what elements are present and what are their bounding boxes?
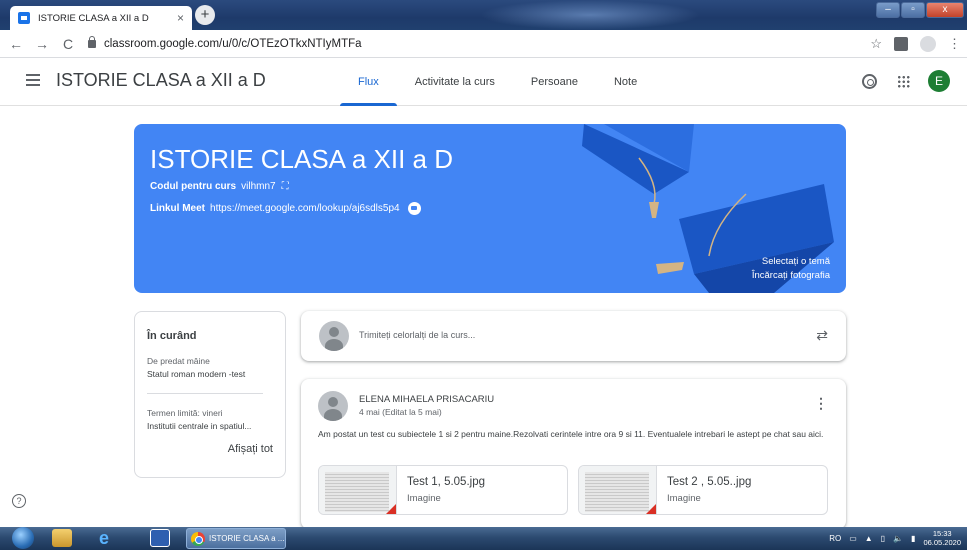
stream-post: ELENA MIHAELA PRISACARIU 4 mai (Editat l…: [301, 379, 846, 529]
browser-profile-icon[interactable]: [920, 36, 936, 52]
reload-icon[interactable]: C: [58, 36, 78, 52]
select-theme-link[interactable]: Selectați o temă: [762, 256, 830, 267]
upcoming-title: În curând: [147, 330, 197, 342]
language-indicator[interactable]: RO: [829, 534, 841, 543]
tray-arrow-icon[interactable]: ▲: [865, 534, 873, 543]
view-all-button[interactable]: Afișați tot: [147, 443, 273, 455]
network-icon[interactable]: ▮: [911, 534, 915, 543]
explorer-icon[interactable]: [52, 529, 72, 547]
upcoming-due-label: De predat mâine: [147, 356, 210, 366]
media-player-icon[interactable]: [150, 529, 170, 547]
attachment-card[interactable]: Test 2 , 5.05..jpg Imagine: [578, 465, 828, 515]
meet-link-url[interactable]: https://meet.google.com/lookup/aj6sdls5p…: [210, 203, 400, 214]
address-bar[interactable]: classroom.google.com/u/0/c/OTEzOTkxNTIyM…: [88, 35, 362, 50]
chrome-icon: [191, 531, 205, 546]
keyboard-icon[interactable]: ▭: [849, 534, 857, 543]
class-banner: ISTORIE CLASA a XII a D Codul pentru cur…: [134, 124, 846, 293]
post-options-icon[interactable]: ⋮: [814, 395, 828, 412]
browser-toolbar: ← → C classroom.google.com/u/0/c/OTEzOTk…: [0, 30, 967, 58]
browser-tab-title: ISTORIE CLASA a XII a D: [38, 12, 149, 24]
clock-time: 15:33: [932, 529, 952, 538]
attachment-thumbnail: [319, 466, 397, 514]
attachment-name: Test 2 , 5.05..jpg: [667, 476, 752, 488]
apps-grid-icon[interactable]: [897, 75, 910, 88]
classroom-favicon-icon: [18, 12, 30, 24]
window-controls: – ▫ x: [876, 2, 964, 18]
post-text: Am postat un test cu subiectele 1 si 2 p…: [318, 429, 824, 439]
volume-icon[interactable]: 🔈: [893, 534, 903, 543]
bookmark-star-icon[interactable]: ☆: [870, 36, 882, 52]
announcement-compose[interactable]: Trimiteți celorlalți de la curs... ⇄: [301, 311, 846, 361]
upcoming-card: În curând De predat mâine Statul roman m…: [134, 311, 286, 478]
attachment-type: Imagine: [667, 493, 701, 504]
extension-icon[interactable]: [894, 37, 908, 51]
lock-icon: [88, 35, 96, 48]
attachment-name: Test 1, 5.05.jpg: [407, 476, 485, 488]
class-title[interactable]: ISTORIE CLASA a XII a D: [56, 70, 266, 91]
classroom-header: ISTORIE CLASA a XII a D Flux Activitate …: [0, 58, 967, 106]
attachment-card[interactable]: Test 1, 5.05.jpg Imagine: [318, 465, 568, 515]
reuse-post-icon[interactable]: ⇄: [816, 327, 828, 344]
url-text: classroom.google.com/u/0/c/OTEzOTkxNTIyM…: [104, 37, 362, 50]
windows-taskbar: e ISTORIE CLASA a ... RO ▭ ▲ ▯ 🔈 ▮ 15:33…: [0, 527, 967, 550]
system-tray: RO ▭ ▲ ▯ 🔈 ▮ 15:33 06.05.2020: [829, 529, 961, 547]
post-author: ELENA MIHAELA PRISACARIU: [359, 394, 495, 405]
banner-title: ISTORIE CLASA a XII a D: [150, 144, 453, 174]
upcoming-assignment-link[interactable]: Statul roman modern -test: [147, 369, 273, 379]
post-date: 4 mai (Editat la 5 mai): [359, 407, 442, 417]
browser-tab[interactable]: ISTORIE CLASA a XII a D ×: [10, 6, 192, 30]
meet-camera-icon[interactable]: [407, 202, 421, 215]
meet-link-row: Linkul Meet https://meet.google.com/look…: [150, 202, 421, 215]
tab-note[interactable]: Note: [596, 58, 655, 106]
taskbar-task-label: ISTORIE CLASA a ...: [209, 534, 285, 543]
upcoming-divider: [147, 393, 263, 394]
browser-tab-strip: ISTORIE CLASA a XII a D × + – ▫ x: [0, 0, 967, 30]
battery-icon[interactable]: ▯: [881, 534, 885, 543]
minimize-button[interactable]: –: [876, 2, 900, 18]
clock[interactable]: 15:33 06.05.2020: [923, 529, 961, 547]
start-orb-icon[interactable]: [12, 527, 34, 549]
fullscreen-code-icon[interactable]: ⛶: [282, 181, 289, 192]
maximize-button[interactable]: ▫: [901, 2, 925, 18]
tab-persoane[interactable]: Persoane: [513, 58, 596, 106]
browser-menu-icon[interactable]: ⋮: [948, 36, 961, 52]
tab-flux[interactable]: Flux: [340, 58, 397, 106]
help-icon[interactable]: ?: [12, 494, 26, 508]
upcoming-assignment-link[interactable]: Institutii centrale in spatiul...: [147, 421, 273, 431]
hamburger-menu-icon[interactable]: [26, 74, 40, 89]
upcoming-due-label: Termen limită: vineri: [147, 408, 223, 418]
titlebar-glow: [480, 0, 700, 30]
toolbar-right: ☆ ⋮: [870, 36, 961, 52]
upload-photo-link[interactable]: Încărcați fotografia: [752, 270, 830, 281]
attachment-type: Imagine: [407, 493, 441, 504]
tab-activitate[interactable]: Activitate la curs: [397, 58, 513, 106]
compose-placeholder[interactable]: Trimiteți celorlalți de la curs...: [359, 330, 475, 340]
class-code-label: Codul pentru curs: [150, 181, 237, 192]
settings-gear-icon[interactable]: [862, 74, 877, 89]
clock-date: 06.05.2020: [923, 538, 961, 547]
class-code-value[interactable]: vilhmn7: [241, 181, 275, 192]
author-avatar: [318, 391, 348, 421]
close-window-button[interactable]: x: [926, 2, 964, 18]
internet-explorer-icon[interactable]: e: [94, 529, 114, 547]
new-tab-button[interactable]: +: [195, 5, 215, 25]
tab-close-icon[interactable]: ×: [177, 11, 184, 25]
forward-arrow-icon[interactable]: →: [32, 36, 52, 52]
taskbar-chrome-task[interactable]: ISTORIE CLASA a ...: [186, 528, 286, 549]
account-avatar[interactable]: E: [928, 70, 950, 92]
class-code-row: Codul pentru curs vilhmn7 ⛶: [150, 181, 289, 192]
user-avatar: [319, 321, 349, 351]
class-nav-tabs: Flux Activitate la curs Persoane Note: [340, 58, 655, 106]
meet-link-label: Linkul Meet: [150, 203, 206, 214]
attachment-thumbnail: [579, 466, 657, 514]
back-arrow-icon[interactable]: ←: [6, 36, 26, 52]
